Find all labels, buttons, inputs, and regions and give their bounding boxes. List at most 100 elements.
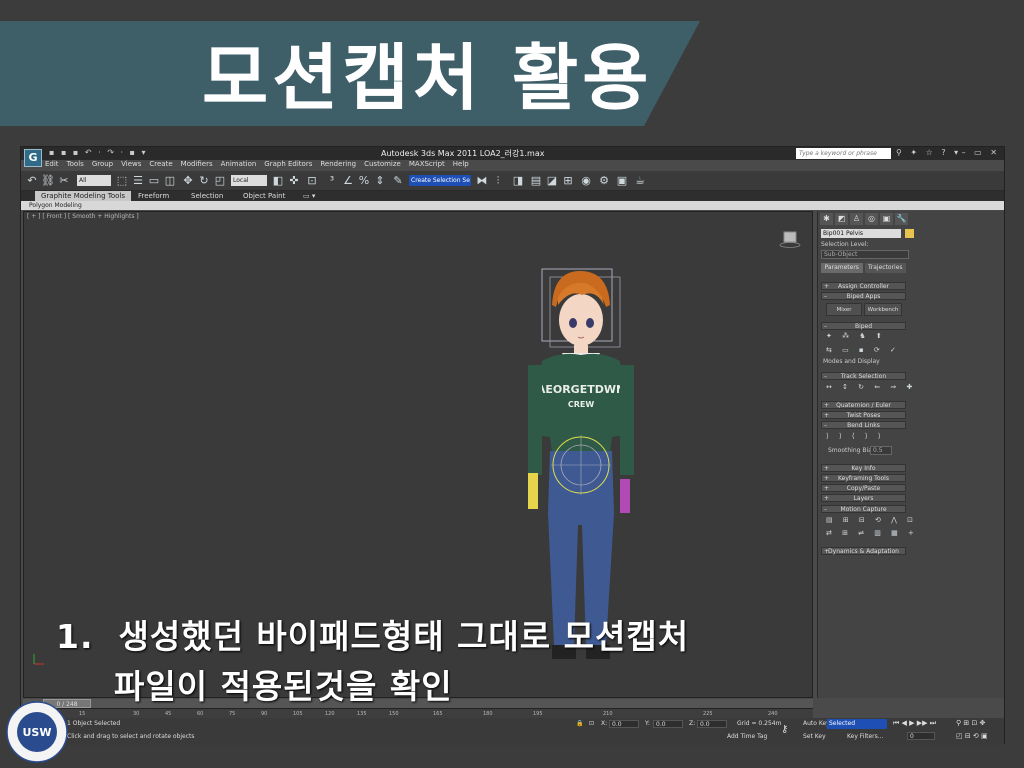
z-coordinate-field[interactable]: 0.0 (697, 720, 727, 728)
menu-animation[interactable]: Animation (221, 160, 257, 171)
help-icons[interactable]: ⚲ ✦ ☆ ? ▾ (896, 148, 961, 157)
layer-manager-icon[interactable]: ◨ (511, 174, 525, 188)
hierarchy-tab-icon[interactable]: ♙ (850, 213, 863, 225)
rollout-assign-controller[interactable]: + Assign Controller (821, 282, 906, 290)
lock-icon[interactable]: 🔒 (576, 720, 583, 727)
rollout-keyframing-tools[interactable]: + Keyframing Tools (821, 474, 906, 482)
percent-snap-icon[interactable]: % (357, 174, 371, 188)
biped-tools-icons[interactable]: ✦ ⁂ ♞ ⬆ (826, 332, 886, 340)
tab-object-paint[interactable]: Object Paint (243, 191, 285, 201)
rollout-quaternion-euler[interactable]: + Quaternion / Euler (821, 401, 906, 409)
align-icon[interactable]: ⫶ (491, 174, 505, 188)
menu-edit[interactable]: Edit (45, 160, 59, 171)
rollout-dynamics-adaptation[interactable]: + Dynamics & Adaptation (821, 547, 906, 555)
rendered-frame-icon[interactable]: ▣ (615, 174, 629, 188)
link-icon[interactable]: ⛓ (41, 174, 55, 188)
menu-rendering[interactable]: Rendering (320, 160, 356, 171)
rollout-key-info[interactable]: + Key Info (821, 464, 906, 472)
app-logo-icon[interactable]: G (24, 149, 42, 167)
ribbon-panel-polygon-modeling[interactable]: Polygon Modeling (21, 201, 1004, 210)
rollout-track-selection[interactable]: – Track Selection (821, 372, 906, 380)
key-icon[interactable]: ⚷ (781, 724, 788, 735)
curve-editor-icon[interactable]: ◪ (545, 174, 559, 188)
utilities-tab-icon[interactable]: 🔧 (895, 213, 908, 225)
selection-level-select[interactable]: Sub-Object (821, 250, 909, 259)
viewcube-icon[interactable] (779, 230, 801, 248)
create-tab-icon[interactable]: ✱ (820, 213, 833, 225)
window-controls[interactable]: – ▭ ✕ (962, 148, 1000, 157)
x-coordinate-field[interactable]: 0.0 (609, 720, 639, 728)
material-editor-icon[interactable]: ◉ (579, 174, 593, 188)
scale-icon[interactable]: ◰ (213, 174, 227, 188)
transform-mode-icon[interactable]: ⊡ (589, 720, 594, 727)
object-name-field[interactable]: Bip001 Pelvis (821, 229, 901, 238)
biped-character-model[interactable]: ΛEORGETDWN CREW (510, 265, 650, 665)
keyboard-shortcut-icon[interactable]: ⊡ (305, 174, 319, 188)
key-filters-button[interactable]: Key Filters... (847, 733, 884, 740)
tab-graphite-modeling-tools[interactable]: Graphite Modeling Tools (35, 191, 132, 201)
menu-create[interactable]: Create (149, 160, 172, 171)
reference-coord-select[interactable]: Local (231, 175, 267, 186)
rollout-biped-apps[interactable]: – Biped Apps (821, 292, 906, 300)
set-key-button[interactable]: Set Key (803, 733, 826, 740)
mixer-button[interactable]: Mixer (826, 303, 862, 316)
search-input[interactable]: Type a keyword or phrase (796, 148, 891, 159)
rotate-icon[interactable]: ↻ (197, 174, 211, 188)
angle-snap-icon[interactable]: ∠ (341, 174, 355, 188)
current-frame-field[interactable]: 0 (907, 732, 935, 740)
schematic-view-icon[interactable]: ⊞ (561, 174, 575, 188)
smoothing-bias-input[interactable]: 0.5 (870, 446, 892, 455)
render-icon[interactable]: ☕ (633, 174, 647, 188)
playback-controls[interactable]: ⏮ ◀ ▶ ▶▶ ⏭ (893, 719, 936, 728)
render-setup-icon[interactable]: ⚙ (597, 174, 611, 188)
modify-tab-icon[interactable]: ◩ (835, 213, 848, 225)
track-selection-icons[interactable]: ↔ ↕ ↻ ⇐ ⇒ ✚ (826, 383, 916, 391)
window-crossing-icon[interactable]: ◫ (163, 174, 177, 188)
menu-tools[interactable]: Tools (67, 160, 84, 171)
mirror-icon[interactable]: ⧓ (475, 174, 489, 188)
menu-graph-editors[interactable]: Graph Editors (264, 160, 312, 171)
rollout-layers[interactable]: + Layers (821, 494, 906, 502)
rollout-copy-paste[interactable]: + Copy/Paste (821, 484, 906, 492)
undo-icon[interactable]: ↶ (25, 174, 39, 188)
auto-key-button[interactable]: Auto Key (803, 720, 830, 727)
display-tab-icon[interactable]: ▣ (880, 213, 893, 225)
rollout-bend-links[interactable]: – Bend Links (821, 421, 906, 429)
select-manipulate-icon[interactable]: ✜ (287, 174, 301, 188)
tab-freeform[interactable]: Freeform (138, 191, 169, 201)
y-coordinate-field[interactable]: 0.0 (653, 720, 683, 728)
tab-trajectories[interactable]: Trajectories (864, 263, 906, 273)
key-mode-select[interactable]: Selected (827, 719, 887, 729)
modes-display-label[interactable]: Modes and Display (823, 358, 880, 365)
tab-parameters[interactable]: Parameters (821, 263, 863, 273)
menu-group[interactable]: Group (92, 160, 113, 171)
unlink-icon[interactable]: ✂ (57, 174, 71, 188)
menu-views[interactable]: Views (121, 160, 141, 171)
graphite-toggle-icon[interactable]: ▤ (529, 174, 543, 188)
select-by-name-icon[interactable]: ☰ (131, 174, 145, 188)
rollout-twist-poses[interactable]: + Twist Poses (821, 411, 906, 419)
menu-modifiers[interactable]: Modifiers (181, 160, 213, 171)
viewport-label[interactable]: [ + ] [ Front ] [ Smooth + Highlights ] (27, 213, 139, 220)
viewport-nav-icons-2[interactable]: ◰ ⊟ ⟲ ▣ (956, 732, 988, 740)
motion-capture-icons-row2[interactable]: ⇄ ⊞ ⇌ ▥ ▦ + (826, 529, 918, 537)
select-object-icon[interactable]: ⬚ (115, 174, 129, 188)
workbench-button[interactable]: Workbench (864, 303, 902, 316)
named-selection-set-select[interactable]: Create Selection Se (409, 175, 471, 186)
biped-file-icons[interactable]: ⇆ ▭ ▪ ⟳ ✓ (826, 346, 900, 354)
motion-tab-icon[interactable]: ◎ (865, 213, 878, 225)
object-color-swatch[interactable] (905, 229, 914, 238)
selection-filter-select[interactable]: All (77, 175, 111, 186)
rollout-motion-capture[interactable]: – Motion Capture (821, 505, 906, 513)
spinner-snap-icon[interactable]: ⇕ (373, 174, 387, 188)
add-time-tag[interactable]: Add Time Tag (727, 733, 767, 740)
move-icon[interactable]: ✥ (181, 174, 195, 188)
pivot-icon[interactable]: ◧ (271, 174, 285, 188)
ribbon-options-icon[interactable]: ▭ ▾ (303, 191, 315, 201)
snap-icon[interactable]: ³ (325, 174, 339, 188)
viewport-nav-icons[interactable]: ⚲ ⊞ ⊡ ✥ (956, 719, 985, 727)
bend-links-icons[interactable]: ⟩ ⟩ ⟨ ⟩ ⟩ (826, 432, 885, 440)
quick-access-toolbar[interactable]: ▪ ▪ ▪ ↶ · ↷ · ▪ ▾ (49, 148, 148, 157)
tab-selection[interactable]: Selection (191, 191, 223, 201)
menu-maxscript[interactable]: MAXScript (409, 160, 445, 171)
